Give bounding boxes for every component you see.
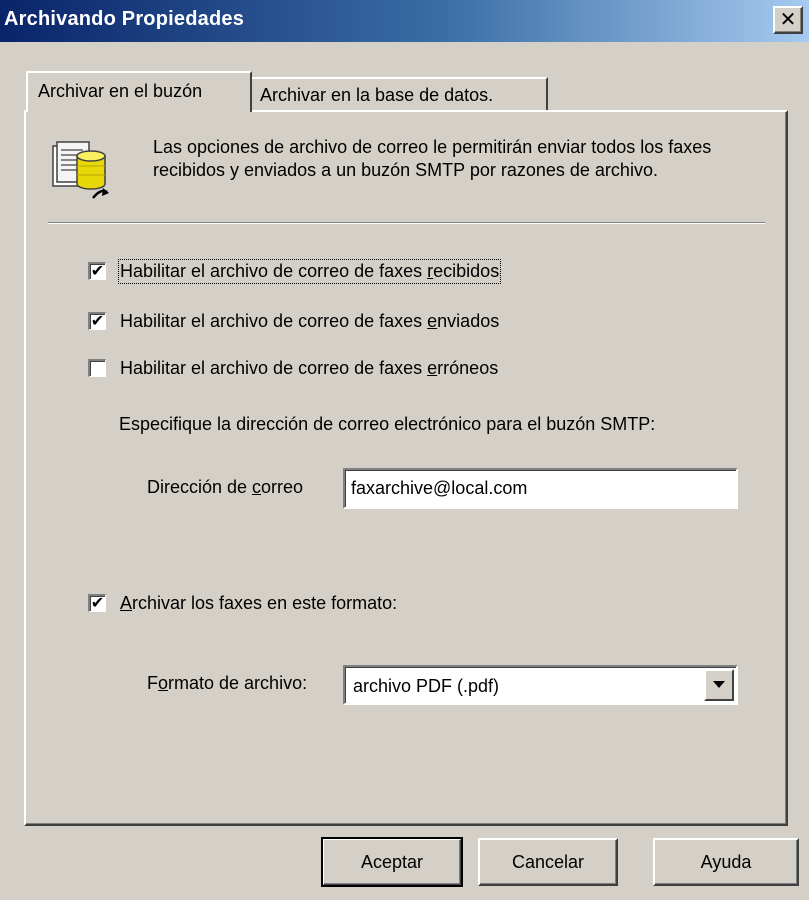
checkbox-format[interactable]: ✔ — [88, 594, 106, 612]
checkbox-received-label: Habilitar el archivo de correo de faxes … — [117, 258, 502, 284]
ok-button[interactable]: Aceptar — [321, 837, 463, 887]
enable-sent-archive[interactable]: ✔ Habilitar el archivo de correo de faxe… — [88, 308, 499, 334]
close-button[interactable]: ✕ — [773, 6, 803, 34]
cancel-button[interactable]: Cancelar — [478, 838, 618, 886]
checkbox-sent-label: Habilitar el archivo de correo de faxes … — [120, 310, 500, 331]
dropdown-button[interactable] — [704, 669, 734, 701]
smtp-instruction: Especifique la dirección de correo elect… — [119, 414, 656, 434]
checkbox-failed[interactable] — [88, 359, 106, 377]
tab-archive-mailbox[interactable]: Archivar en el buzón — [26, 71, 252, 112]
checkbox-format-label: Archivar los faxes en este formato: — [120, 592, 398, 613]
format-select[interactable]: archivo PDF (.pdf) — [343, 665, 738, 705]
email-label: Dirección de correo — [147, 477, 304, 497]
enable-received-archive[interactable]: ✔ Habilitar el archivo de correo de faxe… — [88, 258, 502, 284]
tab-label: Archivar en el buzón — [38, 81, 203, 101]
checkbox-received[interactable]: ✔ — [88, 262, 106, 280]
checkmark-icon: ✔ — [90, 594, 105, 612]
checkmark-icon: ✔ — [90, 312, 105, 330]
format-label: Formato de archivo: — [147, 673, 308, 693]
chevron-down-icon — [713, 681, 725, 688]
description-text: Las opciones de archivo de correo le per… — [153, 137, 712, 180]
close-icon: ✕ — [779, 9, 797, 31]
email-field[interactable] — [343, 468, 738, 509]
format-selected-value: archivo PDF (.pdf) — [353, 676, 500, 696]
checkbox-failed-label: Habilitar el archivo de correo de faxes … — [120, 357, 499, 378]
tab-label: Archivar en la base de datos. — [260, 85, 494, 105]
archive-database-icon — [52, 141, 109, 199]
checkmark-icon: ✔ — [90, 262, 105, 280]
archive-format-option[interactable]: ✔ Archivar los faxes en este formato: — [88, 590, 397, 616]
help-button[interactable]: Ayuda — [653, 838, 799, 886]
tab-archive-database[interactable]: Archivar en la base de datos. — [252, 77, 548, 111]
title-bar: Archivando Propiedades ✕ — [0, 0, 809, 42]
enable-failed-archive[interactable]: Habilitar el archivo de correo de faxes … — [88, 355, 498, 381]
window-title: Archivando Propiedades — [4, 8, 245, 30]
separator — [48, 222, 765, 224]
checkbox-sent[interactable]: ✔ — [88, 312, 106, 330]
